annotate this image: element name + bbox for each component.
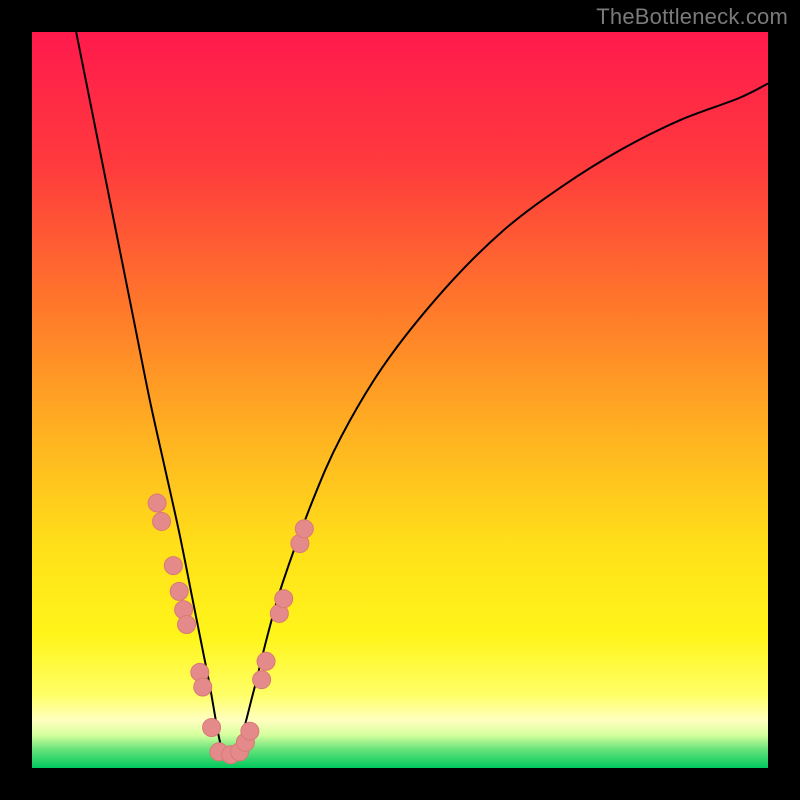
plot-area	[32, 32, 768, 768]
scatter-point	[253, 671, 271, 689]
scatter-point	[164, 557, 182, 575]
scatter-point	[153, 512, 171, 530]
scatter-point	[275, 590, 293, 608]
scatter-point	[194, 678, 212, 696]
chart-frame: TheBottleneck.com	[0, 0, 800, 800]
scatter-point	[257, 652, 275, 670]
scatter-point	[203, 719, 221, 737]
scatter-point	[178, 615, 196, 633]
scatter-point	[148, 494, 166, 512]
scatter-point	[241, 722, 259, 740]
watermark-text: TheBottleneck.com	[596, 4, 788, 30]
scatter-point	[170, 582, 188, 600]
scatter-point	[295, 520, 313, 538]
gradient-background	[32, 32, 768, 768]
chart-svg	[32, 32, 768, 768]
